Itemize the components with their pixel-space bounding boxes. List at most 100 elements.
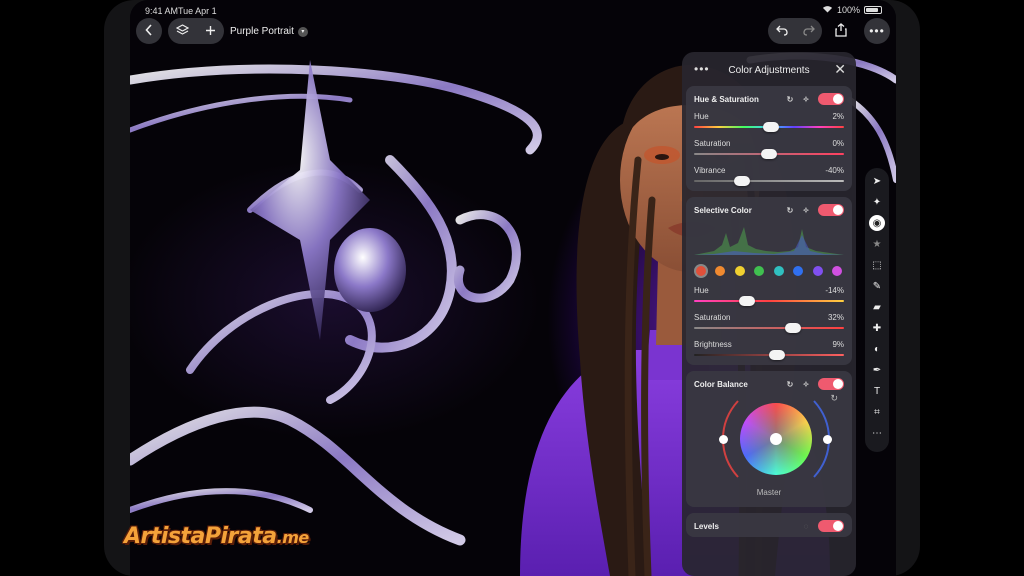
reset-icon[interactable]: ↻ — [784, 206, 796, 215]
slider-knob[interactable] — [762, 122, 779, 132]
status-bar: 9:41 AM Tue Apr 1 100% — [130, 0, 896, 20]
slider-label: Vibrance — [694, 166, 726, 175]
slider-knob[interactable] — [761, 149, 777, 159]
slider-value: 9% — [832, 340, 844, 349]
color-swatches — [694, 262, 844, 280]
slider-value: 32% — [827, 313, 844, 322]
slider-value: 2% — [832, 112, 844, 121]
plus-icon[interactable] — [205, 23, 216, 39]
slider-knob[interactable] — [768, 350, 785, 360]
ellipsis-icon: ••• — [869, 24, 885, 38]
slider-value: 0% — [832, 139, 844, 148]
undo-redo-group — [768, 18, 822, 44]
color-swatch[interactable] — [773, 266, 784, 276]
bandage-tool-icon[interactable]: ✚ — [869, 320, 885, 336]
levels-section: Levels ◌ — [686, 513, 852, 537]
close-icon[interactable]: ✕ — [834, 61, 846, 78]
color-adjustments-panel: ••• Color Adjustments ✕ Hue & Saturation… — [682, 52, 856, 576]
more-button[interactable]: ••• — [864, 18, 890, 44]
magic-wand-icon[interactable]: ✧ — [800, 206, 812, 215]
section-title: Selective Color — [694, 205, 752, 215]
panel-header: ••• Color Adjustments ✕ — [686, 52, 852, 86]
star-effects-tool-icon[interactable]: ★ — [869, 236, 885, 252]
text-tool-icon[interactable]: T — [869, 383, 885, 399]
wheel-center-handle[interactable] — [770, 433, 782, 445]
section-toggle[interactable] — [818, 93, 844, 105]
section-toggle[interactable] — [818, 204, 844, 216]
fill-tool-icon[interactable]: ◐ — [869, 341, 885, 357]
document-title-menu[interactable]: Purple Portrait ▾ — [230, 26, 308, 37]
slider-label: Hue — [694, 112, 709, 121]
status-date: Tue Apr 1 — [178, 6, 217, 16]
more-tools-icon[interactable]: ⋯ — [869, 425, 885, 441]
magic-wand-tool-icon[interactable]: ✦ — [869, 194, 885, 210]
magic-wand-icon[interactable]: ✧ — [800, 95, 812, 104]
vibrance-slider[interactable]: Vibrance -40% — [694, 160, 844, 187]
move-tool-icon[interactable]: ➤ — [869, 173, 885, 189]
slider-label: Hue — [694, 286, 709, 295]
slider-value: -40% — [825, 166, 844, 175]
eraser-tool-icon[interactable]: ▰ — [869, 299, 885, 315]
watermark-text: ArtistaPirata — [124, 524, 277, 549]
reset-icon[interactable]: ↻ — [784, 95, 796, 104]
color-adjust-tool-icon[interactable]: ◉ — [869, 215, 885, 231]
undo-icon[interactable] — [775, 23, 788, 39]
layers-add-group — [168, 18, 224, 44]
slider-label: Saturation — [694, 139, 731, 148]
brush-tool-icon[interactable]: ✎ — [869, 278, 885, 294]
color-swatch[interactable] — [734, 266, 745, 276]
layers-icon[interactable] — [175, 23, 190, 39]
color-swatch[interactable] — [715, 266, 726, 276]
slider-knob[interactable] — [785, 323, 801, 333]
sc-saturation-slider[interactable]: Saturation 32% — [694, 307, 844, 334]
saturation-slider[interactable]: Saturation 0% — [694, 133, 844, 160]
hue-saturation-section: Hue & Saturation ↻ ✧ Hue 2% Saturation 0… — [686, 86, 852, 191]
chevron-left-icon — [145, 23, 153, 39]
color-swatch[interactable] — [812, 266, 823, 276]
redo-icon[interactable] — [802, 23, 815, 39]
pen-tool-icon[interactable]: ✒ — [869, 362, 885, 378]
crop-tool-icon[interactable]: ⌗ — [869, 404, 885, 420]
battery-percent: 100% — [836, 5, 860, 15]
slider-knob[interactable] — [738, 296, 755, 306]
status-time: 9:41 AM — [145, 6, 179, 16]
color-swatch[interactable] — [831, 266, 842, 276]
watermark-suffix: .me — [276, 528, 310, 547]
share-icon — [835, 22, 847, 40]
slider-value: -14% — [825, 286, 844, 295]
sc-hue-slider[interactable]: Hue -14% — [694, 280, 844, 307]
app-screen: 9:41 AM Tue Apr 1 100% Purple Portrait ▾… — [130, 0, 896, 576]
reset-icon[interactable]: ◌ — [800, 522, 812, 531]
color-balance-wheel-area: ↻ Master — [694, 391, 844, 503]
section-toggle[interactable] — [818, 520, 844, 532]
section-title: Levels — [694, 521, 719, 531]
selective-color-section: Selective Color ↻ ✧ Hue -14% Saturation … — [686, 197, 852, 365]
slider-knob[interactable] — [734, 176, 750, 186]
color-swatch[interactable] — [793, 266, 804, 276]
share-button[interactable] — [828, 18, 854, 44]
hue-slider[interactable]: Hue 2% — [694, 106, 844, 133]
selection-tool-icon[interactable]: ⬚ — [869, 257, 885, 273]
panel-title: Color Adjustments — [728, 65, 810, 76]
watermark-logo: ArtistaPirata.me — [124, 524, 309, 549]
top-toolbar: Purple Portrait ▾ ••• — [130, 18, 896, 48]
highlight-arc-handle[interactable] — [823, 435, 832, 444]
chevron-down-icon: ▾ — [297, 26, 308, 37]
histogram — [694, 227, 844, 255]
section-title: Hue & Saturation — [694, 94, 759, 104]
battery-icon — [864, 6, 882, 14]
sc-brightness-slider[interactable]: Brightness 9% — [694, 334, 844, 361]
section-toggle[interactable] — [818, 378, 844, 390]
color-balance-section: Color Balance ↻ ✧ ↻ Master — [686, 371, 852, 507]
tool-strip: ➤ ✦ ◉ ★ ⬚ ✎ ▰ ✚ ◐ ✒ T ⌗ ⋯ — [865, 168, 889, 452]
color-swatch[interactable] — [696, 266, 706, 276]
document-title: Purple Portrait — [230, 26, 294, 37]
section-title: Color Balance — [694, 379, 748, 389]
reset-icon[interactable]: ↻ — [784, 380, 796, 389]
back-button[interactable] — [136, 18, 162, 44]
balance-mode-label[interactable]: Master — [694, 488, 844, 497]
color-swatch[interactable] — [754, 266, 765, 276]
shadow-arc-handle[interactable] — [719, 435, 728, 444]
slider-label: Brightness — [694, 340, 732, 349]
magic-wand-icon[interactable]: ✧ — [800, 380, 812, 389]
